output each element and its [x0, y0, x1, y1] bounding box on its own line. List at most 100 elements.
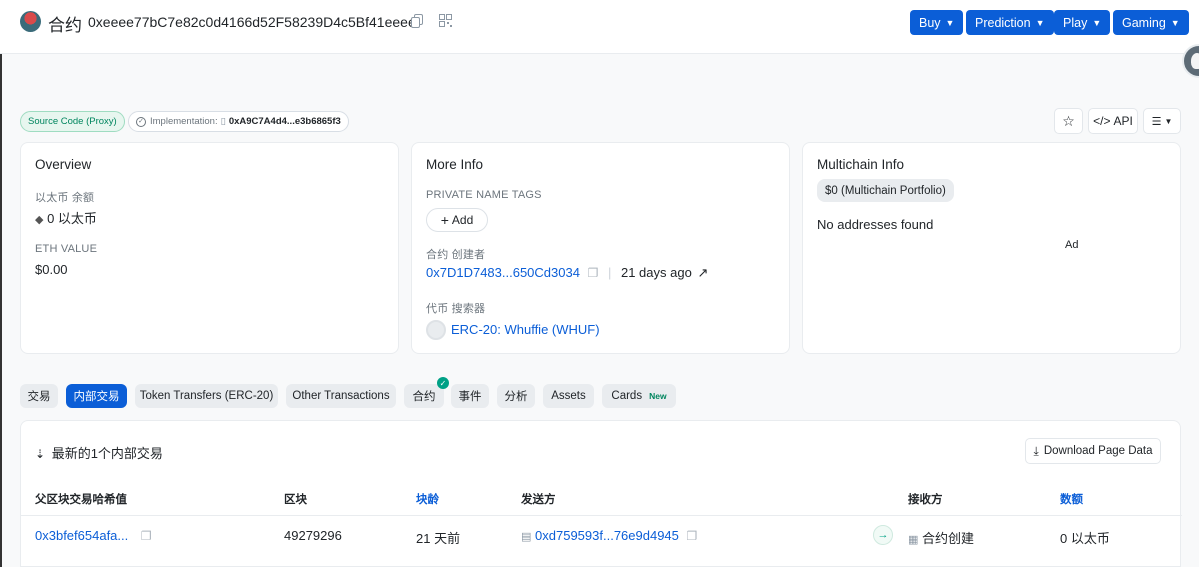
- column-header-parent-hash: 父区块交易哈希值: [35, 494, 127, 506]
- token-tracker-label: 代币 搜索器: [426, 303, 486, 315]
- external-link-icon[interactable]: ↗: [697, 265, 708, 280]
- tab-contract[interactable]: 合约: [404, 384, 444, 408]
- creator-address-link[interactable]: 0x7D1D7483...650Cd3034: [426, 265, 580, 280]
- arrow-right-icon: →: [873, 525, 893, 545]
- eth-value: $0.00: [35, 262, 68, 277]
- from-cell: ▤ 0xd759593f...76e9d4945 ❐: [521, 528, 697, 543]
- contract-file-icon: ▤: [521, 531, 532, 543]
- balance-label: 以太币 余额: [35, 192, 95, 204]
- multichain-info-card: Multichain Info $0 (Multichain Portfolio…: [802, 142, 1181, 354]
- copy-icon[interactable]: ❐: [687, 529, 698, 543]
- column-header-age[interactable]: 块龄: [416, 491, 439, 507]
- page-title: 合约: [48, 16, 82, 35]
- to-value: 合约创建: [922, 531, 975, 546]
- nav-buy-label: Buy: [919, 15, 941, 30]
- overview-title: Overview: [35, 157, 92, 172]
- implementation-address[interactable]: 0xA9C7A4d4...e3b6865f3: [229, 116, 341, 127]
- block-link[interactable]: 49279296: [284, 528, 342, 543]
- add-tag-button[interactable]: + Add: [426, 208, 488, 232]
- contract-avatar: [20, 11, 41, 32]
- column-header-value[interactable]: 数额: [1060, 491, 1083, 507]
- overview-card: Overview 以太币 余额 ◆ 0 以太币 ETH VALUE $0.00: [20, 142, 399, 354]
- column-header-to: 接收方: [908, 494, 943, 506]
- chevron-down-icon: ▼: [945, 17, 955, 28]
- eth-value-label: ETH VALUE: [35, 243, 98, 255]
- download-label: Download Page Data: [1043, 445, 1153, 457]
- table-divider: [21, 515, 1182, 516]
- implementation-label: Implementation:: [150, 116, 218, 127]
- nav-play-label: Play: [1063, 15, 1088, 30]
- plus-icon: +: [440, 212, 449, 228]
- balance-value-row: ◆ 0 以太币: [35, 208, 97, 227]
- chevron-down-icon: ▼: [1164, 116, 1173, 126]
- tab-events[interactable]: 事件: [451, 384, 489, 408]
- tx-hash-link[interactable]: 0x3bfef654afa...: [35, 528, 128, 543]
- api-button[interactable]: </> API: [1088, 108, 1138, 134]
- private-tags-label: PRIVATE NAME TAGS: [426, 189, 542, 201]
- no-addresses-text: No addresses found: [817, 217, 934, 232]
- verified-check-icon: ✓: [437, 377, 449, 389]
- internal-transactions-panel: ⇣ 最新的1个内部交易 ⤓ Download Page Data 父区块交易哈希…: [20, 420, 1182, 567]
- tx-value: 0 以太币: [1060, 531, 1110, 546]
- check-circle-icon: ✓: [136, 116, 146, 127]
- tab-analytics[interactable]: 分析: [497, 384, 535, 408]
- contract-creation-icon: ▦: [908, 534, 919, 546]
- new-badge: New: [649, 391, 667, 401]
- nav-prediction-button[interactable]: Prediction ▼: [966, 10, 1054, 35]
- nav-play-button[interactable]: Play ▼: [1054, 10, 1111, 35]
- tab-cards-label: Cards: [611, 390, 643, 402]
- nav-gaming-label: Gaming: [1122, 15, 1166, 30]
- nav-gaming-button[interactable]: Gaming ▼: [1113, 10, 1189, 35]
- more-options-button[interactable]: ☰ ▼: [1143, 108, 1181, 134]
- balance-value: 0 以太币: [47, 211, 97, 226]
- copy-icon[interactable]: ❐: [588, 266, 599, 280]
- nav-prediction-label: Prediction: [975, 15, 1031, 30]
- contract-address: 0xeeee77bC7e82c0d4166d52F58239D4c5Bf41ee…: [88, 14, 416, 30]
- source-code-badge[interactable]: Source Code (Proxy): [20, 111, 125, 132]
- internal-tx-heading: ⇣ 最新的1个内部交易: [35, 443, 163, 462]
- chevron-down-icon: ▼: [1035, 17, 1045, 28]
- nav-buy-button[interactable]: Buy ▼: [910, 10, 964, 35]
- document-icon: ▯: [220, 116, 226, 127]
- list-icon: ☰: [1151, 115, 1162, 128]
- more-info-title: More Info: [426, 157, 484, 172]
- chevron-down-icon: ▼: [1092, 17, 1102, 28]
- multichain-title: Multichain Info: [817, 157, 905, 172]
- token-icon: [426, 320, 446, 340]
- column-header-block: 区块: [284, 494, 307, 506]
- star-icon: ☆: [1062, 112, 1075, 129]
- creator-age: 21 days ago: [620, 265, 692, 280]
- tab-assets[interactable]: Assets: [543, 384, 594, 408]
- code-icon: </>: [1093, 114, 1111, 128]
- ad-label: Ad: [1065, 239, 1079, 251]
- download-icon: ⤓: [1033, 443, 1039, 458]
- add-tag-label: Add: [451, 213, 474, 227]
- sort-icon: ⇣: [35, 447, 46, 461]
- creator-label: 合约 创建者: [426, 249, 486, 261]
- copy-icon[interactable]: ❐: [141, 529, 152, 543]
- tab-cards[interactable]: Cards New: [602, 384, 676, 408]
- multichain-portfolio-button[interactable]: $0 (Multichain Portfolio): [817, 179, 954, 202]
- more-info-card: More Info PRIVATE NAME TAGS + Add 合约 创建者…: [411, 142, 790, 354]
- internal-tx-title: 最新的1个内部交易: [51, 446, 163, 461]
- tab-other-transactions[interactable]: Other Transactions: [286, 384, 396, 408]
- api-label: API: [1113, 114, 1133, 128]
- qr-code-icon[interactable]: [439, 14, 452, 30]
- token-tracker-link[interactable]: ERC-20: Whuffie (WHUF): [451, 322, 600, 337]
- divider: |: [607, 265, 612, 280]
- creator-row: 0x7D1D7483...650Cd3034 ❐ | 21 days ago ↗: [426, 265, 708, 281]
- ethereum-icon: ◆: [35, 214, 44, 226]
- page-header: 合约 0xeeee77bC7e82c0d4166d52F58239D4c5Bf4…: [0, 0, 1199, 54]
- tab-transactions[interactable]: 交易: [20, 384, 58, 408]
- tab-internal-transactions[interactable]: 内部交易: [66, 384, 127, 408]
- implementation-badge[interactable]: ✓ Implementation: ▯ 0xA9C7A4d4...e3b6865…: [128, 111, 349, 132]
- to-cell: ▦ 合约创建: [908, 528, 974, 547]
- from-address-link[interactable]: 0xd759593f...76e9d4945: [535, 528, 679, 543]
- table-row-hash: 0x3bfef654afa... ❐: [35, 528, 152, 543]
- tx-age: 21 天前: [416, 531, 461, 546]
- column-header-from: 发送方: [521, 494, 556, 506]
- favorite-button[interactable]: ☆: [1054, 108, 1083, 134]
- download-page-data-button[interactable]: ⤓ Download Page Data: [1025, 438, 1161, 464]
- copy-icon[interactable]: [411, 14, 424, 31]
- tab-token-transfers[interactable]: Token Transfers (ERC-20): [135, 384, 278, 408]
